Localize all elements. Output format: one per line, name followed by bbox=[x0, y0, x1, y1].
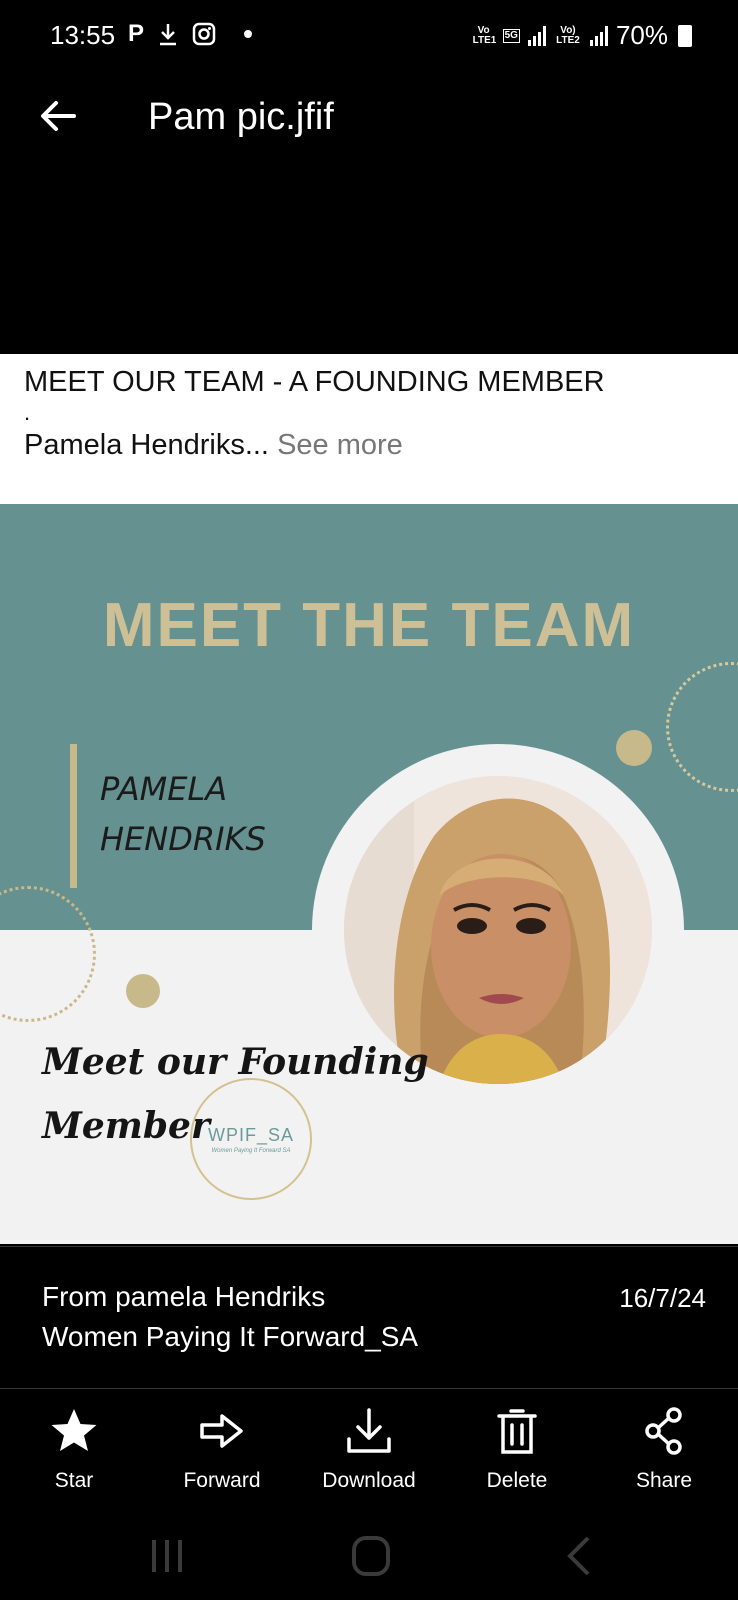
forward-icon bbox=[200, 1414, 243, 1448]
person-name-line1: PAMELA bbox=[100, 770, 228, 808]
photo-viewer[interactable]: MEET THE TEAM PAMELA HENDRIKS Meet our F… bbox=[0, 504, 738, 1244]
status-bar: 13:55 P Vo LTE1 5G Vo) LTE2 70% bbox=[0, 0, 738, 72]
delete-button[interactable]: Delete bbox=[447, 1405, 587, 1493]
caption-snippet: Pamela Hendriks... bbox=[24, 429, 269, 461]
caption-separator: . bbox=[24, 400, 31, 425]
signal-icon bbox=[527, 25, 546, 46]
file-title: Pam pic.jfif bbox=[148, 96, 334, 138]
battery-percent: 70% bbox=[615, 20, 668, 50]
dot-icon bbox=[244, 30, 253, 38]
star-button[interactable]: Star bbox=[4, 1405, 144, 1493]
action-bar: Star Forward Download Delete Share bbox=[0, 1388, 738, 1508]
forward-button[interactable]: Forward bbox=[152, 1405, 292, 1493]
caption-panel: MEET OUR TEAM - A FOUNDING MEMBER . Pame… bbox=[0, 354, 738, 504]
share-icon bbox=[645, 1407, 682, 1455]
download-button[interactable]: Download bbox=[299, 1405, 439, 1493]
message-info: From pamela Hendriks Women Paying It For… bbox=[0, 1246, 738, 1386]
gold-dot-decoration bbox=[616, 730, 652, 766]
delete-label: Delete bbox=[486, 1469, 548, 1492]
download-icon bbox=[160, 24, 177, 46]
share-label: Share bbox=[635, 1469, 693, 1492]
share-button[interactable]: Share bbox=[594, 1405, 734, 1493]
trash-icon bbox=[497, 1409, 537, 1454]
sim2-label: Vo) LTE2 bbox=[556, 24, 580, 46]
status-system-icons: Vo LTE1 5G Vo) LTE2 70% bbox=[473, 20, 692, 51]
system-navigation-bar bbox=[0, 1508, 738, 1600]
accent-line bbox=[70, 744, 77, 888]
wpif-logo: WPIF_SA Women Paying It Forward SA bbox=[190, 1078, 312, 1200]
image-heading: MEET THE TEAM bbox=[102, 591, 636, 660]
status-notification-icons: P bbox=[128, 20, 253, 48]
star-label: Star bbox=[54, 1469, 94, 1492]
caption-body: Pamela Hendriks... See more bbox=[24, 426, 714, 464]
recents-icon[interactable] bbox=[142, 1532, 192, 1580]
person-name-line2: HENDRIKS bbox=[100, 820, 266, 858]
download-label: Download bbox=[322, 1469, 416, 1492]
home-icon[interactable] bbox=[346, 1532, 396, 1580]
sim1-label: Vo LTE1 bbox=[472, 24, 497, 46]
caption-title: MEET OUR TEAM - A FOUNDING MEMBER bbox=[24, 366, 605, 398]
forward-label: Forward bbox=[183, 1469, 261, 1492]
back-icon[interactable] bbox=[556, 1532, 606, 1580]
gold-dot-decoration bbox=[126, 974, 160, 1008]
see-more-link[interactable]: See more bbox=[277, 429, 403, 461]
back-arrow-icon[interactable] bbox=[34, 92, 82, 140]
person-name: PAMELA HENDRIKS bbox=[100, 764, 266, 864]
status-time: 13:55 bbox=[50, 20, 116, 50]
app-bar: Pam pic.jfif bbox=[0, 80, 738, 156]
instagram-icon bbox=[192, 22, 216, 46]
logo-tagline: Women Paying It Forward SA bbox=[211, 1147, 291, 1154]
network-type: 5G bbox=[502, 28, 520, 43]
logo-name: WPIF_SA bbox=[207, 1124, 294, 1145]
group-name: Women Paying It Forward_SA bbox=[42, 1321, 419, 1352]
parking-icon: P bbox=[128, 20, 145, 47]
star-icon bbox=[51, 1409, 97, 1451]
message-date: 16/7/24 bbox=[619, 1283, 706, 1313]
battery-icon bbox=[678, 24, 692, 47]
sender-line: From pamela Hendriks bbox=[42, 1281, 326, 1312]
signal-icon bbox=[589, 25, 608, 46]
download-icon bbox=[347, 1408, 391, 1453]
